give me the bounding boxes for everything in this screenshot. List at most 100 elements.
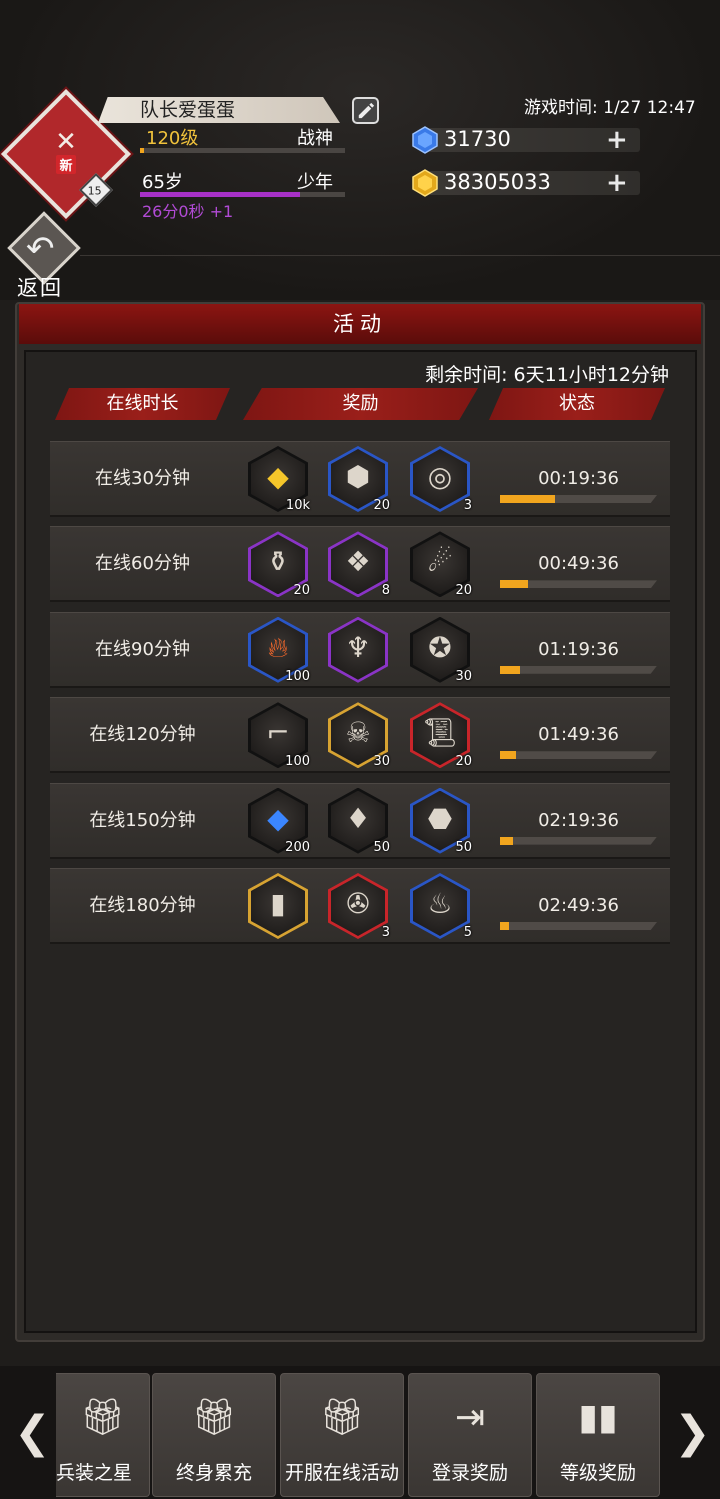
reward-item[interactable]: ☠ 30 (328, 702, 390, 770)
activity-row: 在线180分钟 ▮ ✇ 3 ♨ 5 02:49:36 (50, 868, 670, 944)
activity-row: 在线60分钟 ⚱ 20 ❖ 8 ☄ 20 00:49:36 (50, 526, 670, 603)
reward-quantity: 5 (463, 925, 472, 940)
gun-part-icon: ⌐ (266, 716, 290, 750)
activity-row-label: 在线60分钟 (95, 553, 190, 575)
countdown-progress-bar (500, 665, 657, 674)
emblem-icon: ✇ (346, 887, 370, 920)
reward-item[interactable]: ⬣ 50 (410, 787, 472, 855)
reward-item[interactable]: ❖ 8 (328, 531, 390, 599)
reward-item[interactable]: ⌐ 100 (248, 702, 310, 770)
activity-row: 在线150分钟 ◆ 200 ♦ 50 ⬣ 50 02:19:36 (50, 782, 670, 859)
countdown-time: 00:49:36 (538, 553, 619, 575)
activity-row-label: 在线180分钟 (89, 895, 196, 916)
reward-quantity: 100 (285, 754, 310, 770)
nav-item-lifetime-recharge[interactable]: 🎁︎ 终身累充 (152, 1373, 276, 1497)
countdown-progress-fill (500, 665, 520, 674)
reward-quantity: 30 (373, 754, 390, 770)
reward-item[interactable]: ▮ (248, 873, 310, 939)
reward-quantity: 200 (285, 839, 310, 855)
reward-quantity: 50 (373, 839, 390, 855)
column-header-status: 状态 (489, 388, 665, 420)
claw-icon: ☄ (427, 545, 453, 579)
countdown-time: 01:49:36 (538, 724, 619, 746)
countdown-progress-bar (500, 751, 657, 760)
crystal-icon: ❖ (345, 545, 371, 579)
crossed-axes-icon: ✕ (55, 127, 77, 157)
countdown-progress-fill (500, 580, 528, 589)
player-level: 120级 (146, 128, 199, 149)
gold-currency: 38305033 + (410, 168, 646, 198)
avatar[interactable]: ✕ 新 (34, 128, 98, 180)
reward-item[interactable]: ⚱ 20 (248, 531, 310, 599)
gold-gem-icon: ◆ (267, 460, 289, 493)
reward-item[interactable]: 📜︎ 20 (410, 702, 472, 769)
blue-gem-icon: ◆ (267, 801, 289, 835)
level-progress-bar (140, 148, 345, 153)
reward-quantity: 3 (381, 925, 390, 940)
countdown-progress-bar (500, 836, 657, 845)
remaining-time: 剩余时间: 6天11小时12分钟 (425, 364, 669, 386)
gift-icon: 🎁︎ (191, 1397, 237, 1438)
shard-icon: ♦ (345, 801, 371, 835)
torch-icon: 🔥︎ (267, 630, 289, 664)
nav-item-label: 等级奖励 (559, 1462, 636, 1484)
reward-item[interactable]: ◎ 3 (410, 446, 472, 513)
nav-item-weapon-star[interactable]: 🎁︎ 兵装之星 (56, 1373, 150, 1497)
reward-quantity: 20 (373, 498, 390, 513)
gem-currency: 31730 + (410, 125, 646, 155)
blue-gem-icon (412, 126, 438, 154)
edit-icon[interactable] (352, 97, 379, 124)
reward-item[interactable]: ◆ 10k (248, 446, 310, 513)
reward-item[interactable]: 🔥︎ 100 (248, 616, 310, 684)
bottle-icon: ⚱ (266, 545, 290, 579)
level-progress-fill (140, 148, 144, 153)
back-button[interactable]: ↶ 返回 (7, 211, 81, 300)
header-divider (80, 255, 720, 256)
reward-item[interactable]: ♆ (328, 616, 390, 683)
countdown-progress-fill (500, 836, 513, 845)
back-label: 返回 (17, 276, 63, 300)
nav-item-label: 开服在线活动 (284, 1462, 399, 1484)
nav-item-level-reward[interactable]: ▮▮ 等级奖励 (536, 1373, 660, 1497)
reward-item[interactable]: ✇ 3 (328, 873, 390, 940)
nav-item-login-reward[interactable]: ⇥ 登录奖励 (408, 1373, 532, 1497)
column-header-online: 在线时长 (55, 388, 230, 420)
column-header-reward: 奖励 (243, 388, 478, 420)
skull-icon: ☠ (345, 716, 371, 750)
reward-quantity: 20 (455, 583, 472, 599)
reward-quantity: 8 (381, 583, 390, 599)
reward-quantity: 20 (293, 583, 310, 599)
add-gold-button[interactable]: + (606, 170, 628, 196)
activity-row-label: 在线90分钟 (95, 638, 190, 660)
reward-item[interactable]: ◆ 200 (248, 787, 310, 855)
reward-item[interactable]: ✪ 30 (410, 616, 472, 684)
add-gems-button[interactable]: + (606, 127, 628, 153)
activity-title: 活动 (19, 304, 701, 344)
player-age: 65岁 (142, 172, 183, 193)
player-stage: 少年 (297, 172, 333, 193)
gem-amount: 31730 (444, 127, 511, 151)
rock-icon: ⬣ (427, 801, 453, 835)
activity-row-label: 在线150分钟 (89, 809, 196, 831)
reward-item[interactable]: ♦ 50 (328, 787, 390, 855)
countdown-time: 02:49:36 (538, 895, 619, 916)
reward-item[interactable]: ♨ 5 (410, 873, 472, 940)
reward-quantity: 3 (463, 498, 472, 513)
nav-item-label: 兵装之星 (56, 1462, 133, 1484)
countdown-progress-fill (500, 495, 555, 503)
age-progress-fill (140, 192, 300, 197)
banner-icon: ▮ (270, 887, 286, 920)
compass-icon: ◎ (427, 460, 453, 493)
countdown-progress-fill (500, 751, 516, 760)
chalice-icon: ♆ (345, 630, 371, 664)
star-coin-icon: ✪ (428, 630, 452, 664)
reward-item[interactable]: ☄ 20 (410, 531, 472, 599)
nav-right-arrow-icon[interactable]: ❯ (674, 1408, 711, 1458)
nav-item-online-activity[interactable]: 🎁︎ 开服在线活动 (280, 1373, 404, 1497)
nav-left-arrow-icon[interactable]: ❮ (14, 1408, 51, 1458)
new-tag: 新 (56, 155, 76, 174)
activity-row: 在线90分钟 🔥︎ 100 ♆ ✪ 30 01:19:36 (50, 611, 670, 688)
flame-icon: ♨ (427, 887, 453, 920)
reward-item[interactable]: ⬢ 20 (328, 446, 390, 513)
reward-quantity: 50 (455, 839, 472, 855)
